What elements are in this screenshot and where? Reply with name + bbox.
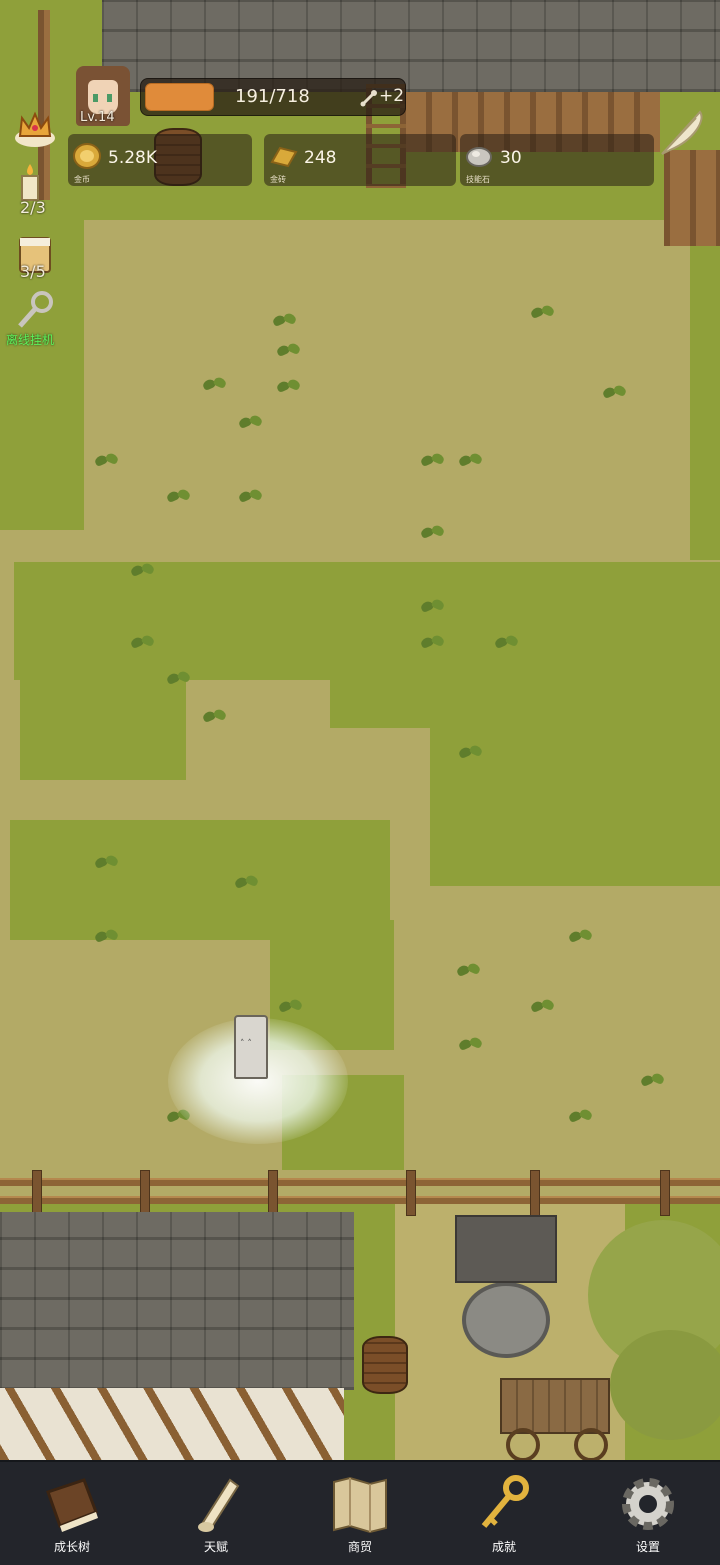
nav-label-talent: 天赋 xyxy=(203,1540,228,1554)
hp-fill xyxy=(145,83,214,111)
wooden-cart xyxy=(500,1378,610,1434)
sprout[interactable] xyxy=(166,668,192,690)
crown-icon[interactable] xyxy=(12,108,58,152)
nav-achievement[interactable]: 成就 xyxy=(449,1462,559,1562)
fence-rail xyxy=(0,1196,720,1204)
gold-bar-icon xyxy=(270,146,298,168)
beer-count: 3/5 xyxy=(20,262,46,281)
bottom-building-roof xyxy=(0,1212,354,1390)
sprout[interactable] xyxy=(94,852,120,874)
sprout[interactable] xyxy=(568,926,594,948)
book-icon xyxy=(46,1478,98,1532)
sprout[interactable] xyxy=(458,1034,484,1056)
cart-wheel xyxy=(574,1428,608,1460)
sprout[interactable] xyxy=(494,632,520,654)
nav-label-trade: 商贸 xyxy=(347,1540,372,1554)
bottom-building-wall xyxy=(0,1388,344,1460)
sprout[interactable] xyxy=(130,632,156,654)
tree xyxy=(610,1330,720,1440)
gold-coin-icon xyxy=(73,143,101,169)
map-icon xyxy=(333,1476,387,1534)
sprout[interactable] xyxy=(238,486,264,508)
grass-right-patch xyxy=(430,660,720,886)
sprout[interactable] xyxy=(530,996,556,1018)
nav-label-growth-tree: 成长树 xyxy=(53,1540,90,1554)
sprout[interactable] xyxy=(458,742,484,764)
stone-well[interactable] xyxy=(462,1282,550,1358)
grass-left-patch xyxy=(20,660,186,780)
bottom-nav: 成长树 天赋 商贸 成就 设置 xyxy=(0,1460,720,1565)
sprout[interactable] xyxy=(94,450,120,472)
bonus-count: +2 xyxy=(379,86,405,106)
fence-post xyxy=(660,1170,670,1216)
sprout[interactable] xyxy=(278,996,304,1018)
nav-growth-tree[interactable]: 成长树 xyxy=(17,1462,127,1562)
nav-talent[interactable]: 天赋 xyxy=(161,1462,271,1562)
sprout[interactable] xyxy=(202,706,228,728)
bone-icon xyxy=(360,90,377,107)
sprout[interactable] xyxy=(166,486,192,508)
gold-coin-label: 金币 xyxy=(74,175,90,184)
hp-text: 191/718 xyxy=(235,86,310,107)
nav-settings[interactable]: 设置 xyxy=(593,1462,703,1562)
hud: Lv.14 191/718 +2 5.28K 金币 248 金砖 30 技能石 xyxy=(0,0,720,360)
barrel-bottom xyxy=(362,1336,408,1394)
sprout[interactable] xyxy=(94,926,120,948)
fence-post xyxy=(140,1170,150,1216)
fence-post xyxy=(406,1170,416,1216)
sprout[interactable] xyxy=(276,376,302,398)
nav-label-achievement: 成就 xyxy=(491,1540,516,1554)
sprout[interactable] xyxy=(238,412,264,434)
gold-bar-counter[interactable]: 248 金砖 xyxy=(264,134,456,186)
fence-rail xyxy=(0,1178,720,1186)
feather-icon[interactable] xyxy=(656,104,708,160)
sprout[interactable] xyxy=(420,632,446,654)
sprout[interactable] xyxy=(420,522,446,544)
candle-count: 2/3 xyxy=(20,198,46,217)
sprout[interactable] xyxy=(458,450,484,472)
avatar-eye xyxy=(93,94,98,102)
fence-post xyxy=(530,1170,540,1216)
sprout[interactable] xyxy=(420,596,446,618)
wind-up-key-icon[interactable] xyxy=(12,290,60,332)
nav-label-settings: 设置 xyxy=(635,1540,660,1554)
sprout[interactable] xyxy=(640,1070,666,1092)
idle-mode-label[interactable]: 离线挂机 xyxy=(6,331,54,348)
gold-coin-counter[interactable]: 5.28K 金币 xyxy=(68,134,252,186)
tombstone-character[interactable]: ˄ ˄ xyxy=(234,1015,268,1079)
skill-stone-value: 30 xyxy=(500,148,522,168)
grass-center-patch xyxy=(330,660,470,728)
sprout[interactable] xyxy=(602,382,628,404)
gear-icon xyxy=(622,1478,674,1530)
sprout[interactable] xyxy=(456,960,482,982)
fence-post xyxy=(268,1170,278,1216)
sprout[interactable] xyxy=(568,1106,594,1128)
scroll-icon xyxy=(198,1478,240,1532)
avatar-eye xyxy=(107,94,112,102)
sprout[interactable] xyxy=(202,374,228,396)
sprout[interactable] xyxy=(234,872,260,894)
hp-bar: 191/718 +2 xyxy=(140,78,406,116)
skill-stone-counter[interactable]: 30 技能石 xyxy=(460,134,654,186)
gold-coin-value: 5.28K xyxy=(108,148,157,168)
sprout[interactable] xyxy=(420,450,446,472)
fence-post xyxy=(32,1170,42,1216)
well-roof xyxy=(455,1215,557,1283)
avatar-face xyxy=(88,80,118,114)
gold-bar-label: 金砖 xyxy=(270,175,286,184)
gold-bar-value: 248 xyxy=(304,148,337,168)
skill-stone-label: 技能石 xyxy=(466,175,490,184)
cart-wheel xyxy=(506,1428,540,1460)
nav-trade[interactable]: 商贸 xyxy=(305,1462,415,1562)
key-icon xyxy=(481,1475,529,1528)
player-level: Lv.14 xyxy=(80,110,115,125)
sprout[interactable] xyxy=(130,560,156,582)
skill-stone-icon xyxy=(466,147,492,167)
